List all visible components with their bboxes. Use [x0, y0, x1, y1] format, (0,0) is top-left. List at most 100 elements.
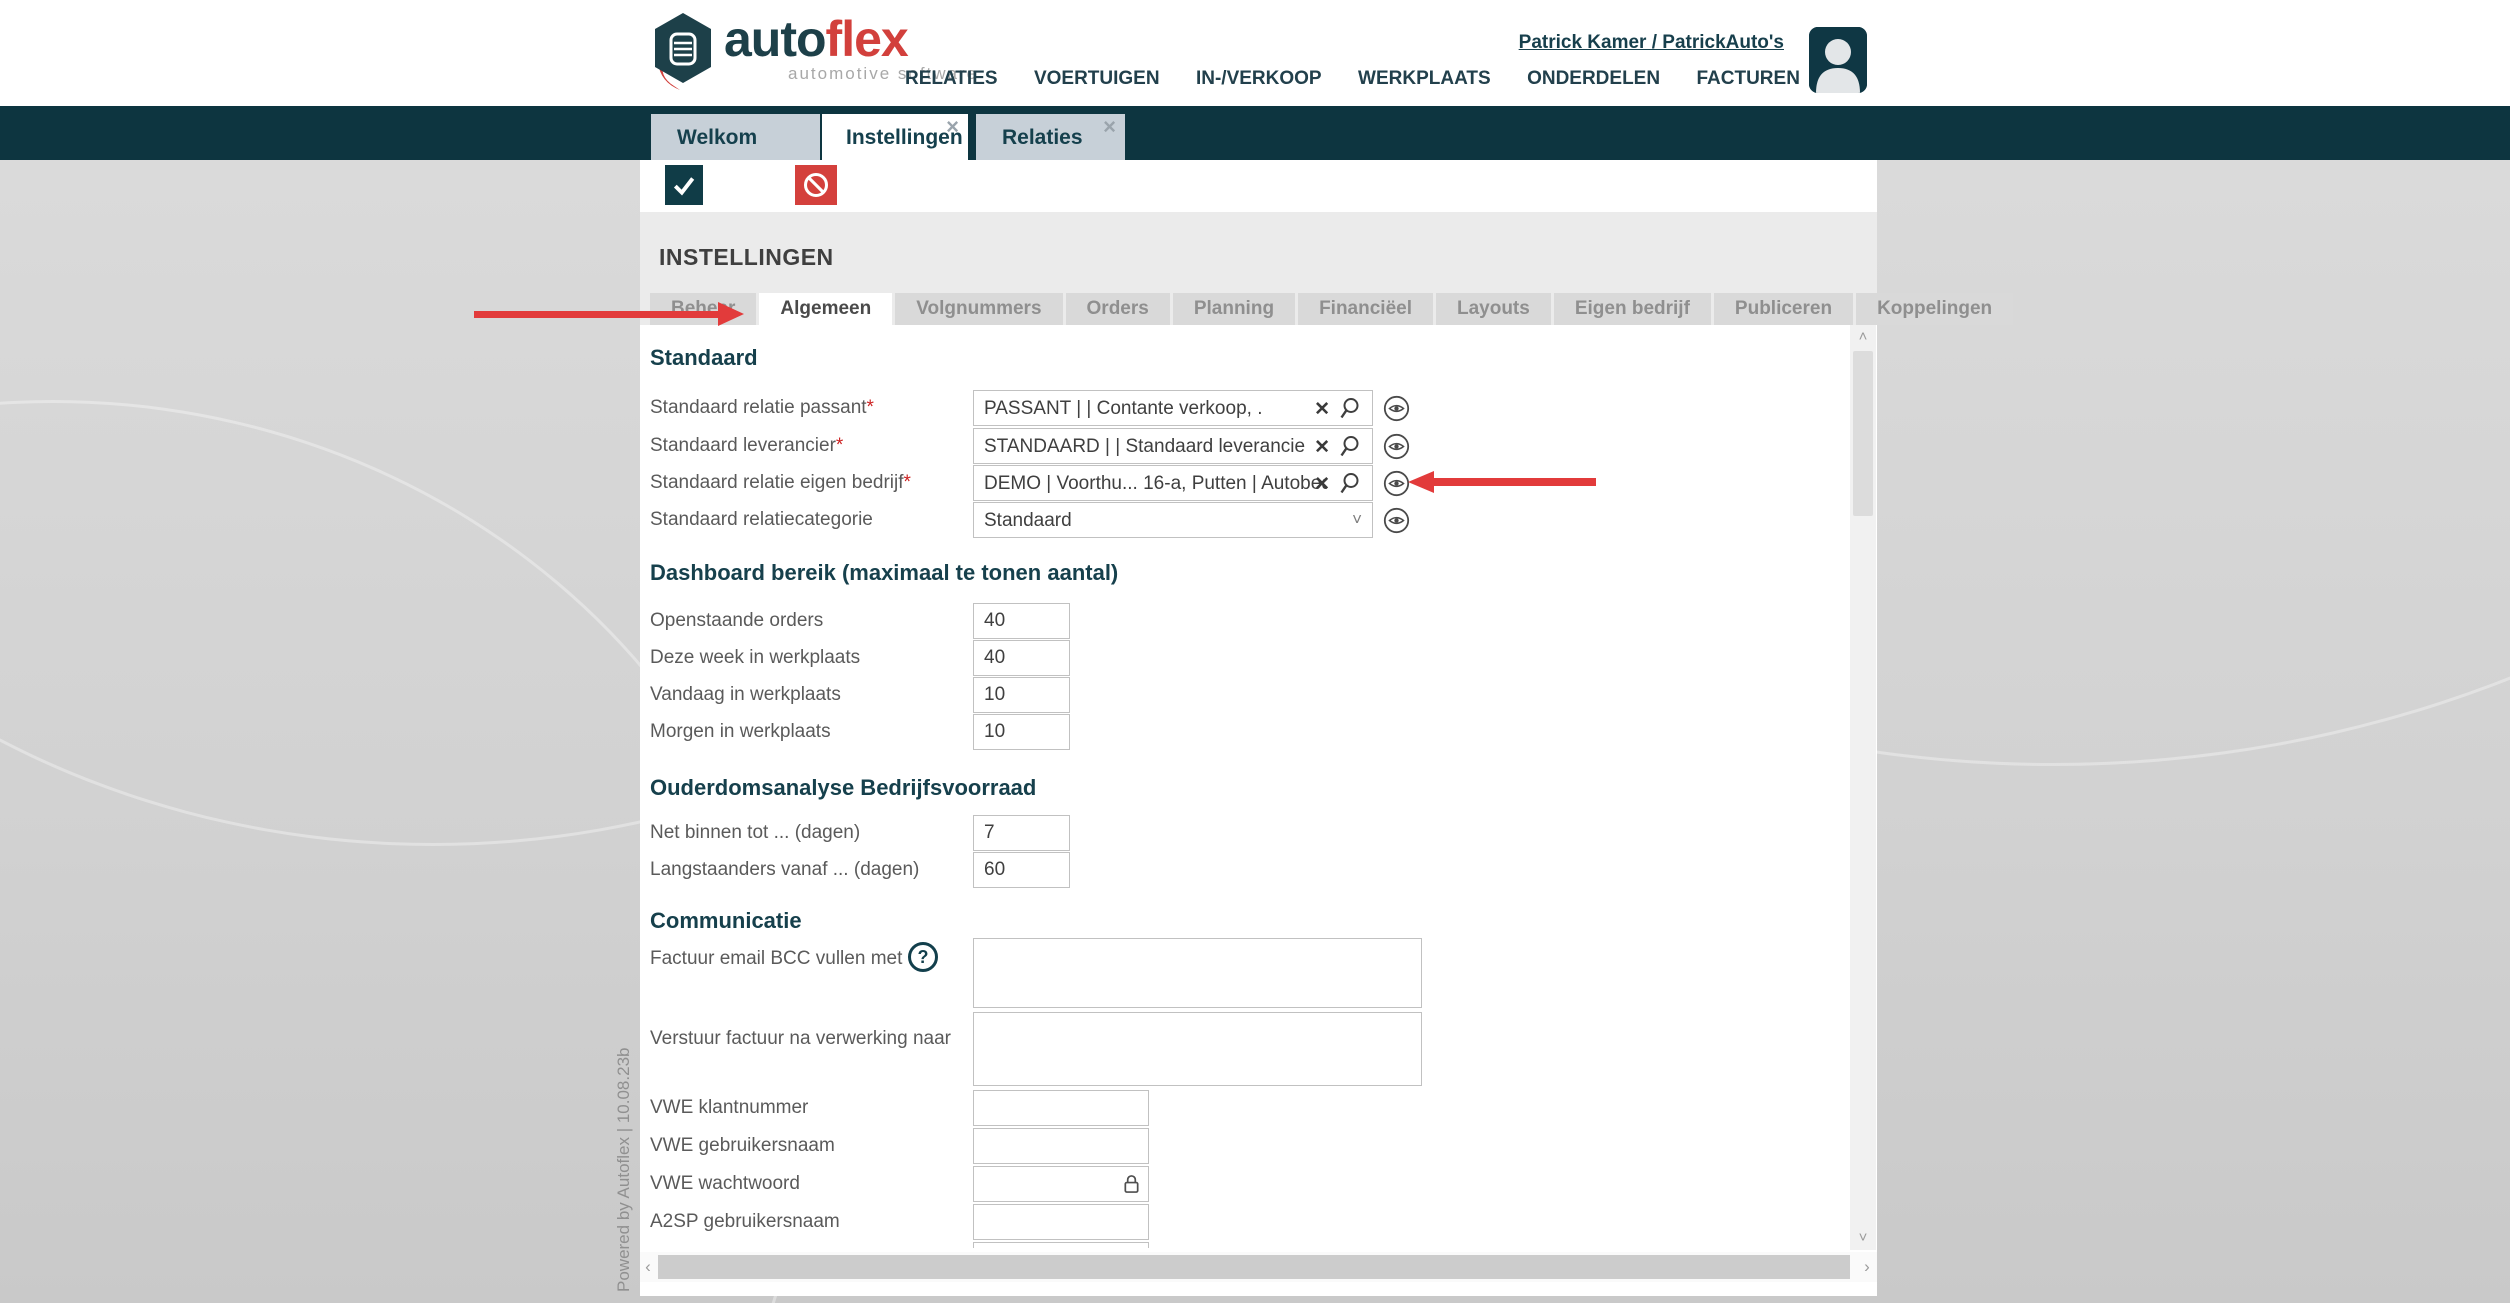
vertical-scrollbar[interactable]: ˄ ˅	[1850, 325, 1876, 1250]
clear-icon[interactable]: ✕	[1314, 473, 1330, 496]
scroll-down-icon[interactable]: ˅	[1850, 1228, 1876, 1248]
field-value: DEMO | Voorthu... 16-a, Putten | Autobed…	[984, 473, 1326, 495]
a2sp-gebruikersnaam-input[interactable]	[973, 1204, 1149, 1240]
vwe-klantnummer-input[interactable]	[973, 1090, 1149, 1126]
nav-relaties[interactable]: RELATIES	[905, 68, 998, 90]
field-label: Openstaande orders	[650, 610, 973, 632]
user-account-link[interactable]: Patrick Kamer / PatrickAuto's	[1519, 32, 1784, 54]
subtab-orders[interactable]: Orders	[1066, 293, 1170, 325]
field-label: Verstuur factuur na verwerking naar	[650, 1028, 973, 1050]
morgen-input[interactable]	[973, 714, 1070, 750]
field-row-leverancier: Standaard leverancier* STANDAARD | | Sta…	[650, 428, 1410, 464]
subtab-volgnummers[interactable]: Volgnummers	[895, 293, 1062, 325]
clear-icon[interactable]: ✕	[1314, 398, 1330, 421]
field-row-vwe-gebruikersnaam: VWE gebruikersnaam	[650, 1128, 1149, 1164]
required-mark: *	[904, 472, 911, 493]
section-standaard-title: Standaard	[650, 345, 758, 371]
relatie-passant-lookup-field[interactable]: PASSANT | | Contante verkoop, . ✕	[973, 390, 1373, 426]
view-record-button[interactable]	[1383, 507, 1410, 534]
search-icon[interactable]	[1338, 396, 1362, 421]
avatar-silhouette-icon	[1809, 27, 1867, 93]
tab-close-icon[interactable]: ×	[946, 117, 959, 137]
scroll-right-icon[interactable]: ›	[1859, 1252, 1875, 1282]
field-label: VWE gebruikersnaam	[650, 1135, 973, 1157]
toolbar	[640, 160, 1877, 212]
subtab-eigen-bedrijf[interactable]: Eigen bedrijf	[1554, 293, 1711, 325]
field-label: Vandaag in werkplaats	[650, 684, 973, 706]
field-value: STANDAARD | | Standaard leverancier	[984, 436, 1306, 458]
field-row-vwe-klantnummer: VWE klantnummer	[650, 1090, 1149, 1126]
leverancier-lookup-field[interactable]: STANDAARD | | Standaard leverancier ✕	[973, 428, 1373, 464]
field-row-verstuur-naar: Verstuur factuur na verwerking naar	[650, 1012, 1422, 1086]
nav-onderdelen[interactable]: ONDERDELEN	[1527, 68, 1660, 90]
clear-icon[interactable]: ✕	[1314, 436, 1330, 459]
tab-welkom-label: Welkom	[677, 126, 757, 149]
field-value: PASSANT | | Contante verkoop, .	[984, 398, 1306, 420]
view-record-button[interactable]	[1383, 433, 1410, 460]
subtab-publiceren[interactable]: Publiceren	[1714, 293, 1853, 325]
nav-werkplaats[interactable]: WERKPLAATS	[1358, 68, 1491, 90]
horizontal-scrollbar[interactable]: ‹ ›	[640, 1252, 1877, 1282]
tab-instellingen[interactable]: Instellingen ×	[822, 114, 968, 160]
view-record-button[interactable]	[1383, 395, 1410, 422]
save-button[interactable]	[665, 165, 703, 205]
a2sp-wachtwoord-input[interactable]	[973, 1242, 1149, 1248]
net-binnen-input[interactable]	[973, 815, 1070, 851]
autoflex-logo-icon	[650, 10, 716, 92]
horizontal-scrollbar-thumb[interactable]	[658, 1255, 1850, 1279]
page-title: INSTELLINGEN	[659, 244, 834, 271]
field-row-vandaag: Vandaag in werkplaats	[650, 677, 1070, 713]
eye-circle-icon	[1383, 433, 1410, 460]
field-row-a2sp-wachtwoord	[650, 1242, 1149, 1248]
settings-header-band: INSTELLINGEN Beheer Algemeen Volgnummers…	[640, 212, 1877, 325]
subtab-algemeen[interactable]: Algemeen	[759, 293, 892, 325]
cancel-button[interactable]	[795, 165, 837, 205]
deze-week-input[interactable]	[973, 640, 1070, 676]
field-label: Deze week in werkplaats	[650, 647, 973, 669]
nav-in-verkoop[interactable]: IN-/VERKOOP	[1196, 68, 1322, 90]
settings-form: Standaard Standaard relatie passant* PAS…	[640, 325, 1850, 1248]
scroll-left-icon[interactable]: ‹	[640, 1252, 656, 1282]
chevron-down-icon: ˅	[1352, 510, 1362, 530]
verstuur-naar-textarea[interactable]	[973, 1012, 1422, 1086]
nav-facturen[interactable]: FACTUREN	[1696, 68, 1799, 90]
field-row-openstaande-orders: Openstaande orders	[650, 603, 1070, 639]
required-mark: *	[867, 397, 874, 418]
field-label: A2SP gebruikersnaam	[650, 1211, 973, 1233]
vandaag-input[interactable]	[973, 677, 1070, 713]
search-icon[interactable]	[1338, 471, 1362, 496]
factuur-bcc-textarea[interactable]	[973, 938, 1422, 1008]
annotation-arrow-eigen-bedrijf-head	[1408, 471, 1434, 493]
tab-relaties[interactable]: Relaties ×	[976, 114, 1125, 160]
openstaande-orders-input[interactable]	[973, 603, 1070, 639]
subtab-layouts[interactable]: Layouts	[1436, 293, 1551, 325]
langstaanders-input[interactable]	[973, 852, 1070, 888]
vwe-gebruikersnaam-input[interactable]	[973, 1128, 1149, 1164]
eye-circle-icon	[1383, 507, 1410, 534]
search-icon[interactable]	[1338, 434, 1362, 459]
field-row-langstaanders: Langstaanders vanaf ... (dagen)	[650, 852, 1070, 888]
view-record-button[interactable]	[1383, 470, 1410, 497]
subtab-koppelingen[interactable]: Koppelingen	[1856, 293, 2013, 325]
field-label: Standaard leverancier*	[650, 435, 973, 457]
field-row-net-binnen: Net binnen tot ... (dagen)	[650, 815, 1070, 851]
avatar[interactable]	[1809, 27, 1867, 93]
tab-welkom[interactable]: Welkom	[651, 114, 820, 160]
relatiecategorie-select[interactable]: Standaard ˅	[973, 502, 1373, 538]
subtab-planning[interactable]: Planning	[1173, 293, 1295, 325]
help-icon[interactable]: ?	[908, 942, 938, 972]
field-row-morgen: Morgen in werkplaats	[650, 714, 1070, 750]
app-header: autoflex automotive software RELATIES VO…	[0, 0, 2510, 106]
field-label: Morgen in werkplaats	[650, 721, 973, 743]
nav-voertuigen[interactable]: VOERTUIGEN	[1034, 68, 1160, 90]
tab-close-icon[interactable]: ×	[1103, 117, 1116, 137]
scroll-up-icon[interactable]: ˄	[1850, 327, 1876, 347]
field-row-vwe-wachtwoord: VWE wachtwoord	[650, 1166, 1149, 1202]
field-row-relatiecategorie: Standaard relatiecategorie Standaard ˅	[650, 502, 1410, 538]
vertical-scrollbar-thumb[interactable]	[1853, 351, 1873, 516]
prohibition-icon	[802, 171, 830, 199]
eigen-bedrijf-lookup-field[interactable]: DEMO | Voorthu... 16-a, Putten | Autobed…	[973, 465, 1373, 501]
field-label: Standaard relatiecategorie	[650, 509, 973, 531]
subtab-financieel[interactable]: Financiëel	[1298, 293, 1433, 325]
application-window: autoflex automotive software RELATIES VO…	[0, 0, 2510, 1303]
